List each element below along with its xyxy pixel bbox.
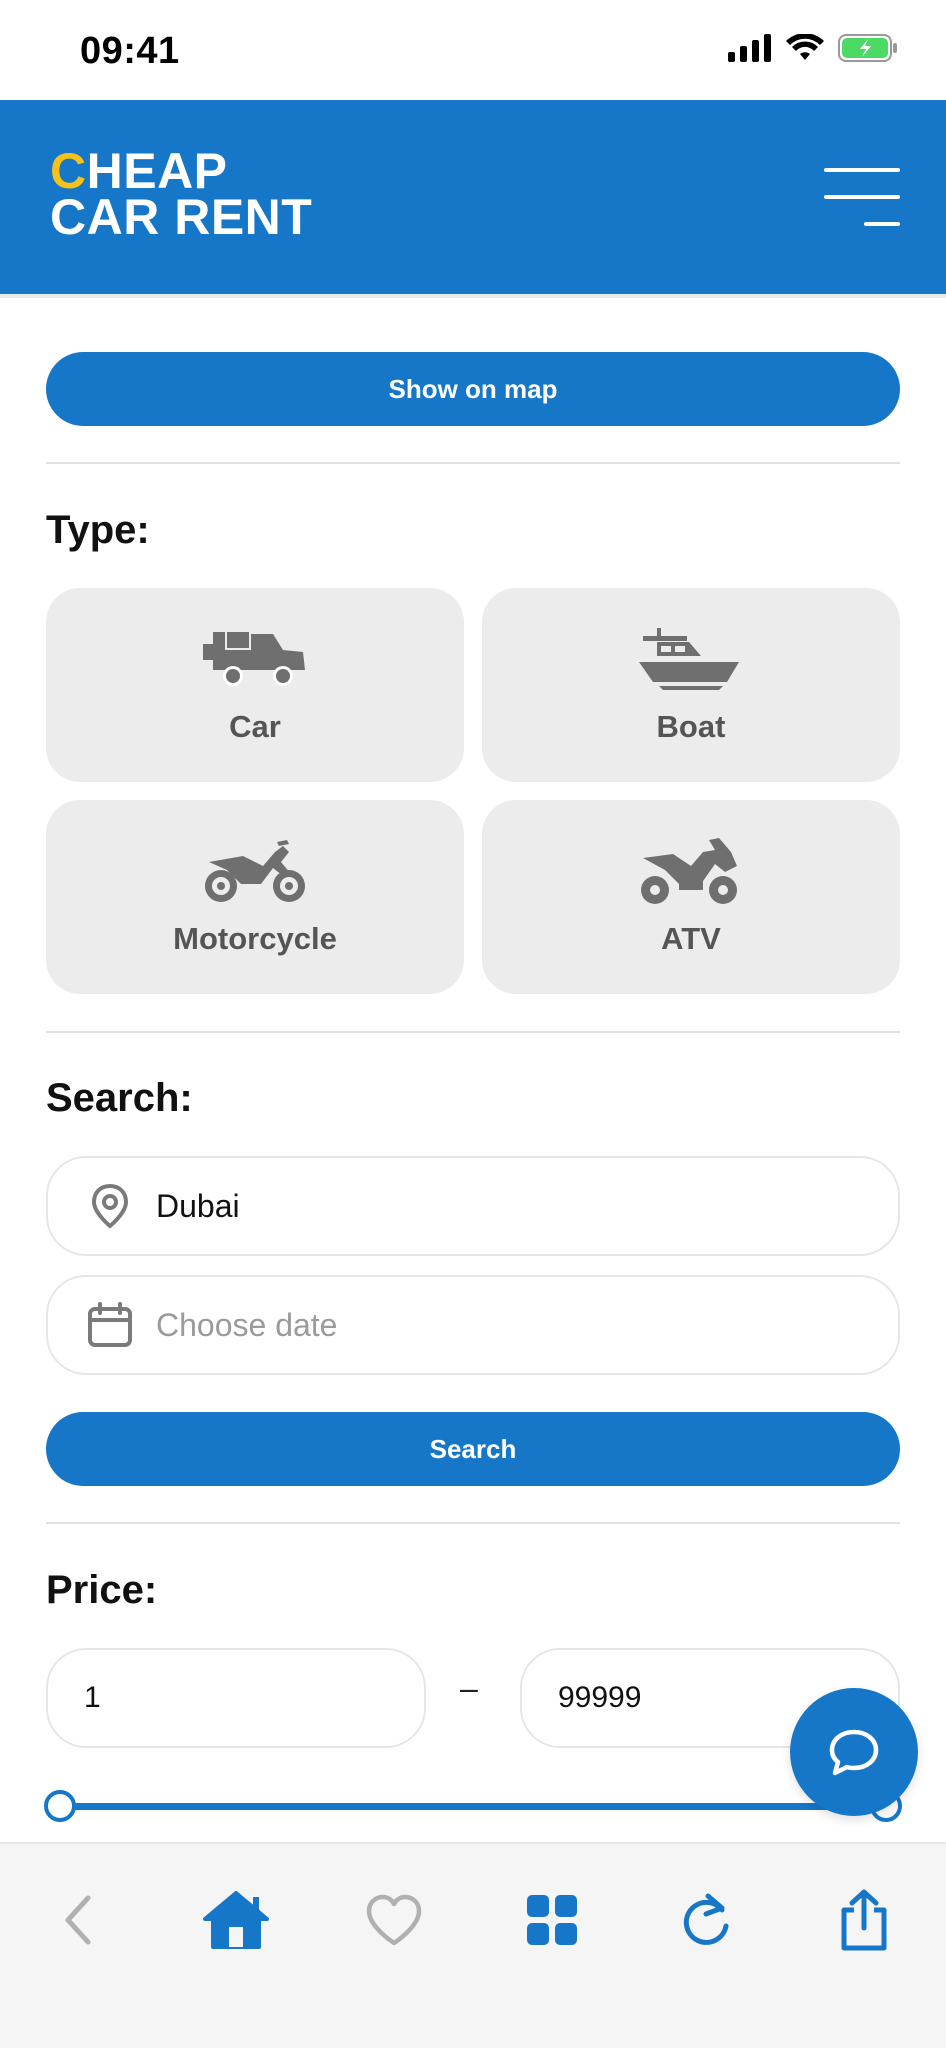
location-value: Dubai: [156, 1187, 240, 1224]
type-card-car[interactable]: Car: [46, 588, 464, 782]
date-field[interactable]: Choose date: [46, 1275, 900, 1375]
status-bar: 09:41: [0, 0, 946, 100]
share-icon[interactable]: [824, 1880, 904, 1960]
boat-icon: [636, 625, 746, 695]
type-label-atv: ATV: [661, 921, 721, 956]
status-icons: [728, 33, 898, 67]
heart-icon[interactable]: [354, 1880, 434, 1960]
show-on-map-button[interactable]: Show on map: [46, 352, 900, 426]
chat-bubble-icon: [829, 1729, 879, 1776]
signal-icon: [728, 34, 772, 67]
type-card-boat[interactable]: Boat: [482, 588, 900, 782]
type-label-motorcycle: Motorcycle: [173, 921, 337, 956]
browser-toolbar: [0, 1842, 946, 2048]
divider: [46, 1031, 900, 1033]
divider: [46, 462, 900, 464]
price-slider-min-handle[interactable]: [44, 1790, 76, 1822]
home-icon[interactable]: [196, 1880, 276, 1960]
type-card-atv[interactable]: ATV: [482, 800, 900, 994]
atv-icon: [636, 837, 746, 907]
search-button[interactable]: Search: [46, 1412, 900, 1486]
search-title: Search:: [46, 1076, 193, 1120]
logo-line2: CAR RENT: [50, 189, 313, 245]
reload-icon[interactable]: [666, 1880, 746, 1960]
date-placeholder: Choose date: [156, 1306, 338, 1343]
price-min-input[interactable]: 1: [46, 1648, 426, 1748]
calendar-icon: [86, 1301, 134, 1349]
chat-button[interactable]: [790, 1688, 918, 1816]
type-label-boat: Boat: [656, 709, 726, 744]
status-time: 09:41: [80, 30, 180, 72]
motorcycle-icon: [200, 837, 310, 907]
type-label-car: Car: [229, 709, 281, 744]
logo[interactable]: CHEAP CAR RENT: [50, 146, 313, 245]
truck-icon: [200, 625, 310, 695]
divider: [46, 1522, 900, 1524]
price-separator: –: [460, 1670, 478, 1706]
type-title: Type:: [46, 508, 150, 552]
location-field[interactable]: Dubai: [46, 1156, 900, 1256]
back-icon[interactable]: [38, 1880, 118, 1960]
header-divider: [0, 294, 946, 298]
battery-icon: [838, 34, 898, 67]
price-slider-track[interactable]: [60, 1803, 886, 1810]
site-header: CHEAP CAR RENT: [0, 100, 946, 294]
grid-icon[interactable]: [512, 1880, 592, 1960]
type-card-motorcycle[interactable]: Motorcycle: [46, 800, 464, 994]
hamburger-menu-icon[interactable]: [824, 168, 900, 228]
wifi-icon: [786, 33, 824, 67]
location-pin-icon: [86, 1182, 134, 1230]
price-title: Price:: [46, 1568, 158, 1612]
